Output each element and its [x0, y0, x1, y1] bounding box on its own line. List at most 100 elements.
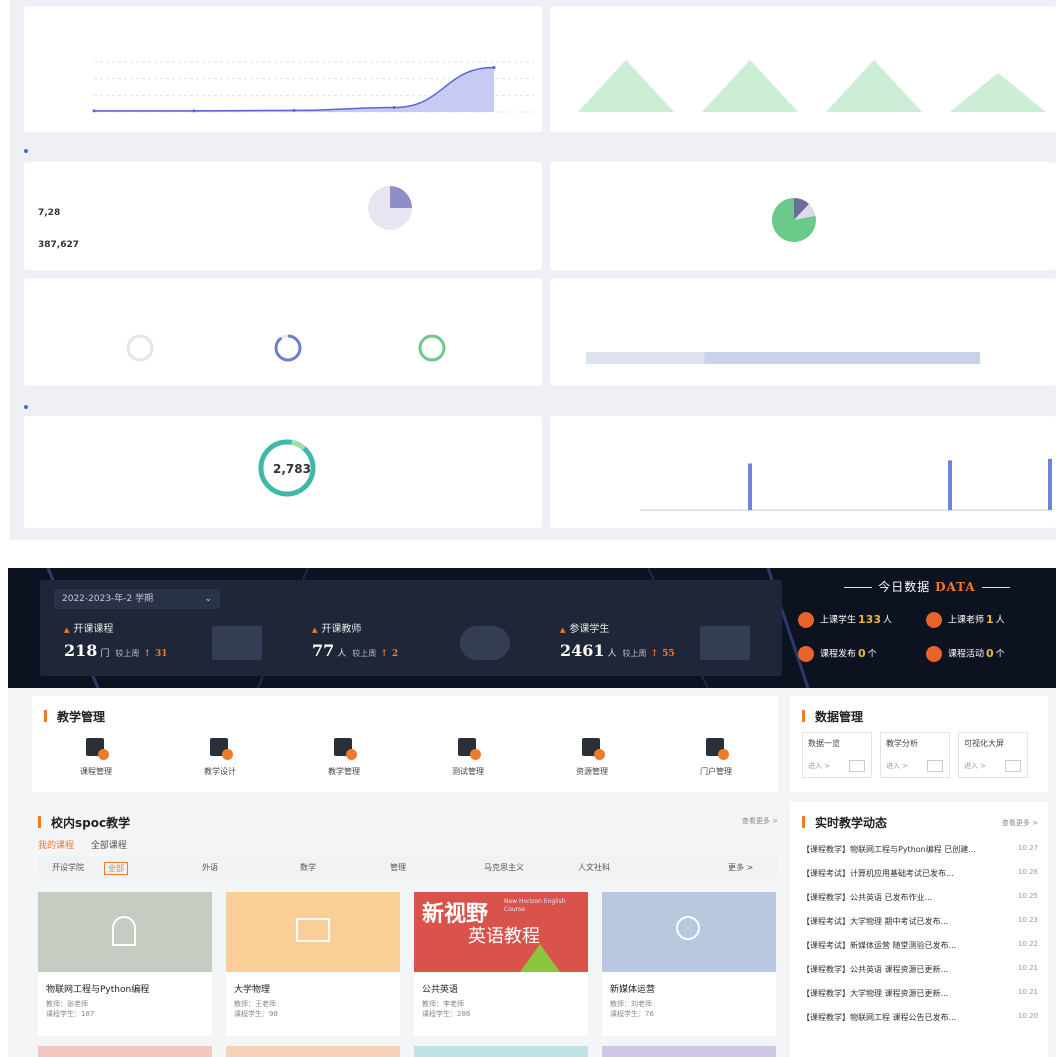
tool-portal-management[interactable]: 门户管理 — [676, 736, 756, 777]
filter-label: 开设学院 — [52, 863, 84, 872]
today-item-students: 上课学生 133 人 — [798, 612, 892, 628]
data-point — [192, 109, 196, 113]
teacher-icon — [926, 612, 942, 628]
filter-management[interactable]: 管理 — [390, 862, 406, 873]
filter-math[interactable]: 数学 — [300, 862, 316, 873]
tool-teaching-design[interactable]: 教学设计 — [180, 736, 260, 777]
today-data: 今日数据 DATA 上课学生 133 人 上课老师 1 人 课程发布 0 个 课程活动 0 个 — [798, 578, 1056, 678]
course-name: 物联网工程与Python编程 — [46, 985, 150, 995]
course-cover — [38, 892, 212, 972]
data-box-screen[interactable]: 可视化大屏 进入 > — [958, 732, 1028, 778]
stat-value: 2461 — [560, 641, 605, 660]
data-point — [292, 108, 296, 112]
news-item[interactable]: 【课程教学】物联网工程 课程公告已发布... 10:20 — [802, 1012, 1038, 1023]
today-item-teachers: 上课老师 1 人 — [926, 612, 1005, 628]
card-mountains — [550, 6, 1056, 132]
card-trend — [24, 6, 542, 132]
stat-unit: 人 — [607, 649, 617, 659]
spoc-tabs: 我的课程 全部课程 — [38, 838, 141, 851]
section-label-2 — [24, 402, 31, 411]
news-item[interactable]: 【课程考试】新媒体运营 随堂测验已发布... 10:22 — [802, 940, 1038, 951]
news-item[interactable]: 【课程教学】公共英语 课程资源已更新... 10:21 — [802, 964, 1038, 975]
card-progress — [24, 278, 542, 386]
news-item[interactable]: 【课程教学】大学物理 课程资源已更新... 10:21 — [802, 988, 1038, 999]
test-icon — [455, 736, 481, 760]
card-pie-right — [550, 162, 1056, 270]
progress-rings — [126, 334, 446, 362]
data-box-analysis[interactable]: 教学分析 进入 > — [880, 732, 950, 778]
gear-icon — [676, 916, 700, 940]
course-icon — [83, 736, 109, 760]
bar — [1048, 458, 1052, 510]
message-icon — [700, 626, 750, 660]
ring-center-value: 2,783 — [273, 462, 311, 476]
screen-icon — [1005, 760, 1021, 772]
design-icon — [207, 736, 233, 760]
portal-icon — [703, 736, 729, 760]
pie-slice — [390, 186, 412, 208]
news-more-link[interactable]: 查看更多 > — [1002, 818, 1038, 828]
bar-chart — [640, 458, 1052, 511]
panel-title: 校内spoc教学 — [38, 814, 130, 831]
course-card-partial — [414, 1046, 588, 1057]
monitor-icon — [927, 760, 943, 772]
tool-teaching-management[interactable]: 教学管理 — [304, 736, 384, 777]
chart-icon — [849, 760, 865, 772]
arrow-up-icon: ↑ — [143, 649, 151, 659]
filter-humanities[interactable]: 人文社科 — [578, 862, 610, 873]
teaching-panel: 教学管理 课程管理 教学设计 教学管理 测试管理 资源管理 门户管理 — [32, 696, 778, 792]
arrow-up-icon: ↑ — [380, 649, 388, 659]
today-item-publish: 课程发布 0 个 — [798, 646, 877, 662]
cover-triangle — [520, 944, 560, 972]
filter-foreign[interactable]: 外语 — [202, 862, 218, 873]
filter-all[interactable]: 全部 — [104, 862, 128, 875]
mountain-area — [950, 72, 1046, 112]
tab-my-courses[interactable]: 我的课程 — [38, 841, 74, 851]
big-number-a: 7,28 — [38, 208, 61, 218]
course-cover: 新视野 New Horizon English Course 英语教程 — [414, 892, 588, 972]
today-item-activity: 课程活动 0 个 — [926, 646, 1005, 662]
news-item[interactable]: 【课程教学】物联网工程与Python编程 已创建... 10:27 — [802, 844, 1038, 855]
stat-value: 77 — [312, 641, 335, 660]
term-select[interactable]: 2022-2023-年-2 学期 ⌄ — [54, 589, 220, 609]
cover-english-title: New Horizon English Course — [504, 898, 566, 913]
course-card[interactable]: 大学物理 教师：王老师 课程学生：98 — [226, 892, 400, 1036]
tab-all-courses[interactable]: 全部课程 — [91, 841, 127, 851]
pie-chart-left — [368, 186, 412, 230]
pie-chart-right — [772, 198, 816, 242]
course-card[interactable]: 新视野 New Horizon English Course 英语教程 公共英语… — [414, 892, 588, 1036]
tool-test-management[interactable]: 测试管理 — [428, 736, 508, 777]
data-point — [392, 106, 396, 110]
spoc-more-link[interactable]: 查看更多 > — [742, 816, 778, 826]
mountain-area — [702, 59, 798, 112]
publish-icon — [798, 646, 814, 662]
tool-resource-management[interactable]: 资源管理 — [552, 736, 632, 777]
card-bars — [550, 416, 1056, 528]
analytics-dashboard: 7,28 387,627 2,783 — [10, 0, 1056, 540]
filter-bar: 开设学院 全部 外语 数学 管理 马克思主义 人文社科 更多 > — [38, 856, 778, 878]
arrow-up-icon: ↑ — [650, 649, 659, 659]
course-name: 公共英语 — [422, 985, 459, 995]
today-title-cn: 今日数据 — [878, 580, 931, 594]
news-item[interactable]: 【课程考试】计算机应用基础考试已发布... 10:26 — [802, 868, 1038, 879]
tool-course-management[interactable]: 课程管理 — [56, 736, 136, 777]
stat-unit: 门 — [100, 649, 110, 659]
stacked-segment — [704, 352, 980, 364]
panel-title: 教学管理 — [44, 708, 105, 725]
progress-arc — [274, 334, 302, 362]
filter-more[interactable]: 更多 > — [728, 862, 753, 873]
course-cover — [602, 892, 776, 972]
news-item[interactable]: 【课程教学】公共英语 已发布作业... 10:25 — [802, 892, 1038, 903]
filter-marxism[interactable]: 马克思主义 — [484, 862, 524, 873]
course-card[interactable]: 新媒体运营 教师：刘老师 课程学生：76 — [602, 892, 776, 1036]
teaching-dashboard: 2022-2023-年-2 学期 ⌄ 开课课程 218门较上周↑31 开课教师 … — [8, 568, 1056, 1057]
data-point — [92, 109, 96, 113]
people-icon — [460, 626, 510, 660]
course-name: 大学物理 — [234, 985, 271, 995]
news-item[interactable]: 【课程考试】大学物理 期中考试已发布... 10:23 — [802, 916, 1038, 927]
data-box-overview[interactable]: 数据一览 进入 > — [802, 732, 872, 778]
rocket-icon — [112, 916, 136, 946]
card-stacked — [550, 278, 1056, 386]
course-card[interactable]: 物联网工程与Python编程 教师：张老师 课程学生：187 — [38, 892, 212, 1036]
course-card-partial — [226, 1046, 400, 1057]
